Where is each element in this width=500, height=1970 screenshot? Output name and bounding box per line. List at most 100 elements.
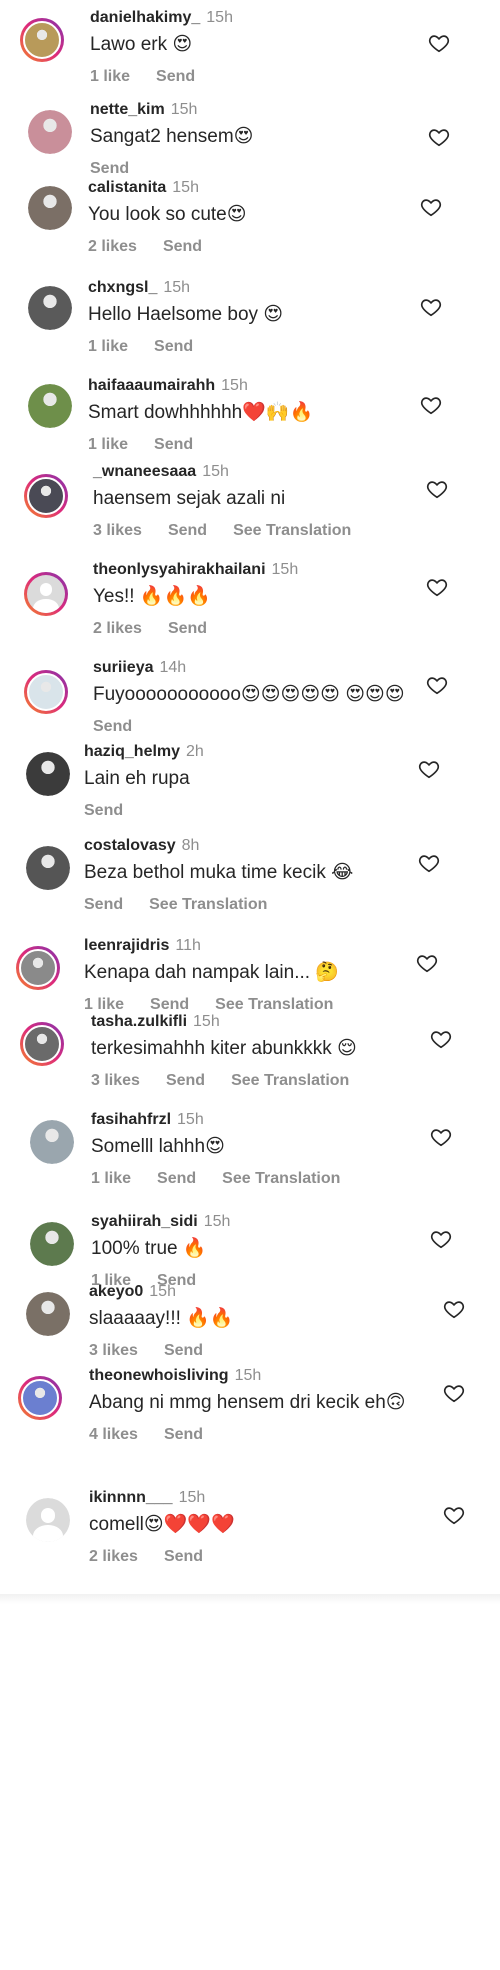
likes-count[interactable]: 2 likes bbox=[88, 238, 137, 255]
comment-text: Abang ni mmg hensem dri kecik eh🙃 bbox=[89, 1392, 406, 1413]
comment-username[interactable]: suriieya bbox=[93, 659, 153, 676]
heart-icon[interactable] bbox=[426, 576, 448, 598]
heart-icon[interactable] bbox=[420, 394, 442, 416]
avatar[interactable] bbox=[20, 1022, 64, 1066]
likes-count[interactable]: 1 like bbox=[88, 338, 128, 355]
send-button[interactable]: Send bbox=[93, 718, 132, 735]
send-button[interactable]: Send bbox=[168, 620, 207, 637]
send-button[interactable]: Send bbox=[157, 1170, 196, 1187]
comment-text: Beza bethol muka time kecik 😂 bbox=[84, 862, 354, 883]
comment-username[interactable]: theonlysyahirakhailani bbox=[93, 561, 266, 578]
comment-text: Kenapa dah nampak lain... 🤔 bbox=[84, 962, 339, 983]
send-button[interactable]: Send bbox=[90, 160, 129, 177]
avatar[interactable] bbox=[28, 384, 72, 428]
likes-count[interactable]: 1 like bbox=[90, 68, 130, 85]
comment-actions: 3 likes Send bbox=[89, 1341, 409, 1361]
likes-count[interactable]: 1 like bbox=[84, 996, 124, 1013]
likes-count[interactable]: 3 likes bbox=[89, 1342, 138, 1359]
heart-icon[interactable] bbox=[420, 196, 442, 218]
see-translation-link[interactable]: See Translation bbox=[149, 896, 267, 913]
avatar[interactable] bbox=[18, 1376, 62, 1420]
comment-actions: 2 likes Send bbox=[93, 619, 413, 639]
comment-actions: Send bbox=[84, 801, 404, 821]
comment-username[interactable]: costalovasy bbox=[84, 837, 176, 854]
send-button[interactable]: Send bbox=[156, 68, 195, 85]
heart-icon[interactable] bbox=[443, 1504, 465, 1526]
comment-actions: 4 likes Send bbox=[89, 1425, 409, 1445]
avatar[interactable] bbox=[20, 18, 64, 62]
see-translation-link[interactable]: See Translation bbox=[231, 1072, 349, 1089]
comment-text: Smart dowhhhhhh❤️🙌🔥 bbox=[88, 402, 314, 423]
comment-username[interactable]: _wnaneesaaa bbox=[93, 463, 196, 480]
comment-username[interactable]: chxngsl_ bbox=[88, 279, 157, 296]
avatar[interactable] bbox=[24, 572, 68, 616]
send-button[interactable]: Send bbox=[84, 802, 123, 819]
comment-username[interactable]: theonewhoisliving bbox=[89, 1367, 229, 1384]
avatar[interactable] bbox=[26, 752, 70, 796]
heart-icon[interactable] bbox=[426, 478, 448, 500]
comment-username[interactable]: nette_kim bbox=[90, 101, 165, 118]
comment-timestamp: 15h bbox=[206, 9, 233, 26]
send-button[interactable]: Send bbox=[164, 1548, 203, 1565]
avatar[interactable] bbox=[26, 1292, 70, 1336]
see-translation-link[interactable]: See Translation bbox=[222, 1170, 340, 1187]
likes-count[interactable]: 1 like bbox=[88, 436, 128, 453]
heart-icon[interactable] bbox=[416, 952, 438, 974]
comment-username[interactable]: syahiirah_sidi bbox=[91, 1213, 198, 1230]
heart-icon[interactable] bbox=[443, 1298, 465, 1320]
comment-text: terkesimahhh kiter abunkkkk 😌 bbox=[91, 1038, 357, 1059]
see-translation-link[interactable]: See Translation bbox=[215, 996, 333, 1013]
send-button[interactable]: Send bbox=[84, 896, 123, 913]
send-button[interactable]: Send bbox=[166, 1072, 205, 1089]
avatar[interactable] bbox=[24, 670, 68, 714]
send-button[interactable]: Send bbox=[163, 238, 202, 255]
likes-count[interactable]: 3 likes bbox=[93, 522, 142, 539]
avatar[interactable] bbox=[28, 186, 72, 230]
likes-count[interactable]: 3 likes bbox=[91, 1072, 140, 1089]
send-button[interactable]: Send bbox=[164, 1426, 203, 1443]
avatar[interactable] bbox=[28, 286, 72, 330]
comment-timestamp: 15h bbox=[170, 101, 198, 118]
comments-list: danielhakimy_ 15h Lawo erk 😍 1 like Send nett… bbox=[0, 0, 500, 1970]
heart-icon[interactable] bbox=[428, 32, 450, 54]
heart-icon[interactable] bbox=[430, 1126, 452, 1148]
heart-icon[interactable] bbox=[430, 1228, 452, 1250]
send-button[interactable]: Send bbox=[164, 1342, 203, 1359]
see-translation-link[interactable]: See Translation bbox=[233, 522, 351, 539]
comment-username[interactable]: haziq_helmy bbox=[84, 743, 180, 760]
heart-icon[interactable] bbox=[420, 296, 442, 318]
comment-username[interactable]: ikinnnn___ bbox=[89, 1489, 173, 1506]
likes-count[interactable]: 4 likes bbox=[89, 1426, 138, 1443]
heart-icon[interactable] bbox=[418, 852, 440, 874]
avatar[interactable] bbox=[26, 846, 70, 890]
comment-timestamp: 15h bbox=[178, 1489, 206, 1506]
comment-username[interactable]: danielhakimy_ bbox=[90, 9, 200, 26]
send-button[interactable]: Send bbox=[154, 338, 193, 355]
avatar[interactable] bbox=[16, 946, 60, 990]
likes-count[interactable]: 1 like bbox=[91, 1170, 131, 1187]
avatar[interactable] bbox=[26, 1498, 70, 1542]
avatar[interactable] bbox=[28, 110, 72, 154]
send-button[interactable]: Send bbox=[154, 436, 193, 453]
comment-username[interactable]: calistanita bbox=[88, 179, 166, 196]
heart-icon[interactable] bbox=[418, 758, 440, 780]
avatar[interactable] bbox=[30, 1120, 74, 1164]
comment-timestamp: 15h bbox=[234, 1367, 262, 1384]
comment-username[interactable]: fasihahfrzl bbox=[91, 1111, 171, 1128]
send-button[interactable]: Send bbox=[168, 522, 207, 539]
comment-text: Somelll lahhh😍 bbox=[91, 1136, 225, 1157]
heart-icon[interactable] bbox=[428, 126, 450, 148]
likes-count[interactable]: 2 likes bbox=[93, 620, 142, 637]
likes-count[interactable]: 2 likes bbox=[89, 1548, 138, 1565]
comment-username[interactable]: leenrajidris bbox=[84, 937, 169, 954]
avatar[interactable] bbox=[24, 474, 68, 518]
send-button[interactable]: Send bbox=[150, 996, 189, 1013]
heart-icon[interactable] bbox=[426, 674, 448, 696]
comment-username[interactable]: tasha.zulkifli bbox=[91, 1013, 187, 1030]
comment-username[interactable]: haifaaaumairahh bbox=[88, 377, 215, 394]
comment-actions: Send See Translation bbox=[84, 895, 404, 915]
heart-icon[interactable] bbox=[430, 1028, 452, 1050]
avatar[interactable] bbox=[30, 1222, 74, 1266]
comment-username[interactable]: akeyo0 bbox=[89, 1283, 143, 1300]
heart-icon[interactable] bbox=[443, 1382, 465, 1404]
